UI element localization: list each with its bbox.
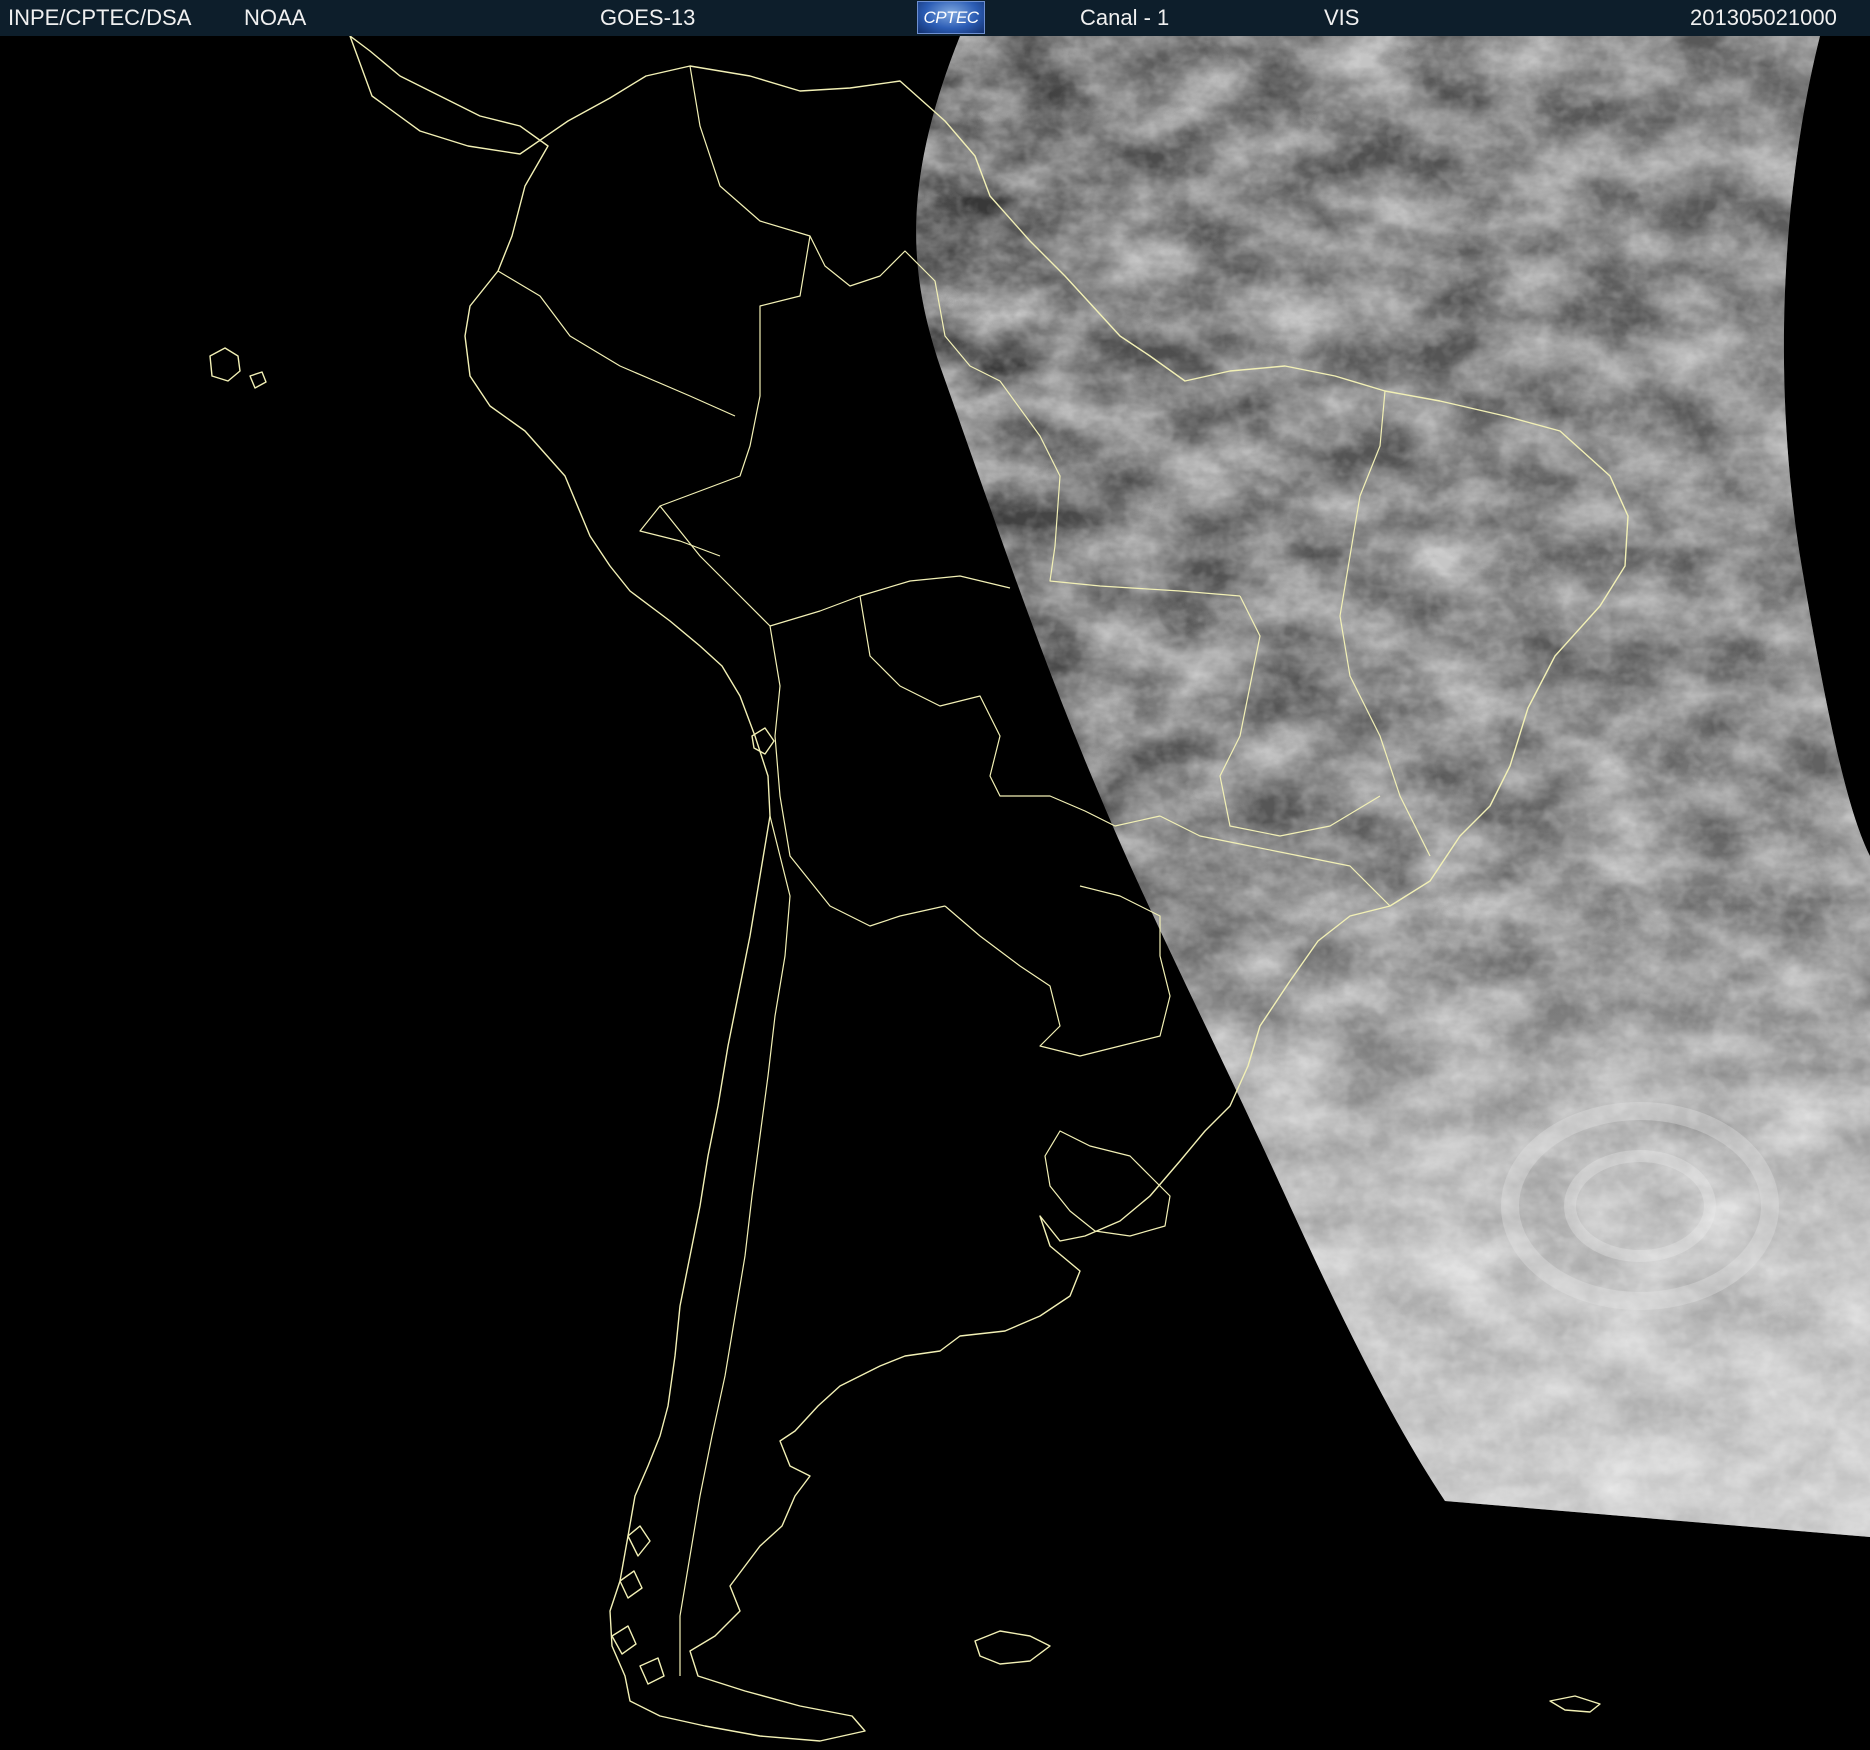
satellite-map-svg bbox=[0, 36, 1870, 1750]
satellite-map bbox=[0, 36, 1870, 1750]
timestamp-label: 201305021000 bbox=[1690, 5, 1837, 30]
band-label: VIS bbox=[1324, 5, 1360, 30]
agency-label: INPE/CPTEC/DSA bbox=[8, 5, 192, 30]
channel-label: Canal - 1 bbox=[1080, 5, 1170, 30]
provider-label: NOAA bbox=[244, 5, 307, 30]
satellite-label: GOES-13 bbox=[600, 5, 696, 30]
cptec-logo: CPTEC bbox=[917, 1, 985, 34]
image-header-bar: INPE/CPTEC/DSA NOAA GOES-13 CPTEC Canal … bbox=[0, 0, 1870, 36]
cptec-logo-text: CPTEC bbox=[923, 7, 979, 27]
